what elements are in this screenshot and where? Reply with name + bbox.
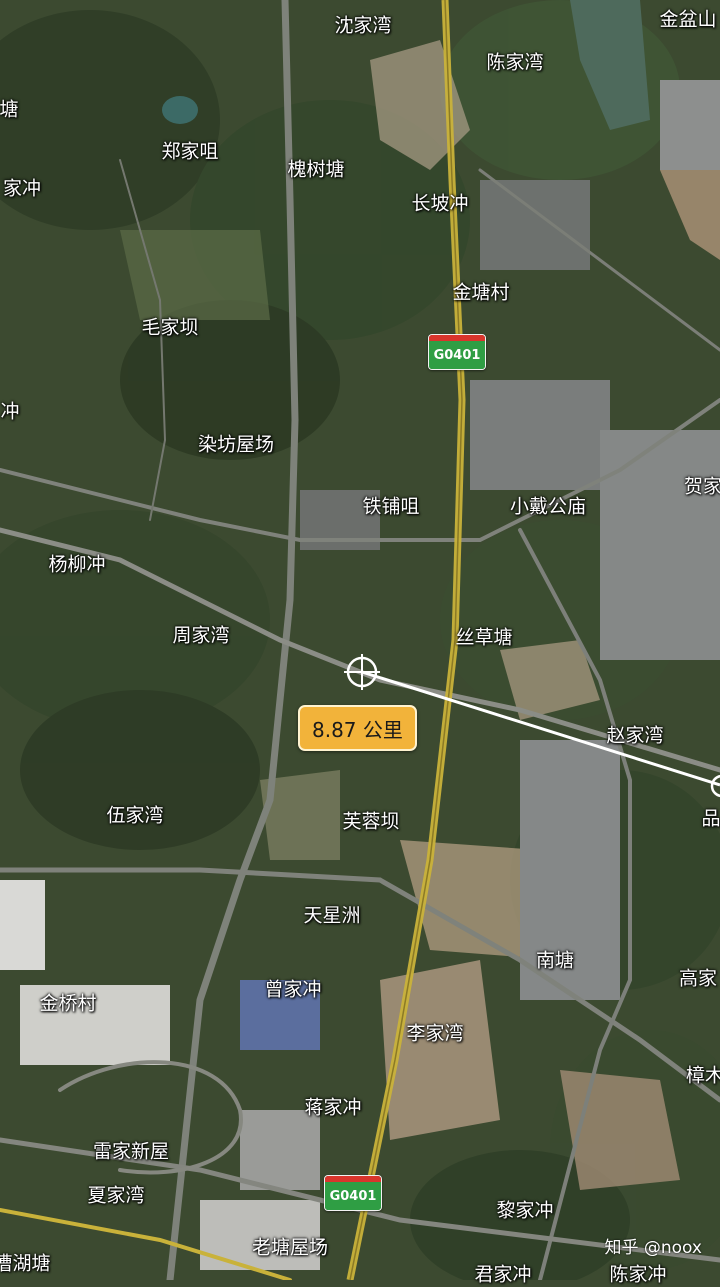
place-label-xiajiawan: 夏家湾 <box>87 1184 145 1207</box>
place-label-nantang: 南塘 <box>535 949 575 972</box>
place-label-shenjiawan: 沈家湾 <box>334 14 392 37</box>
road-shield-g0401-south: G0401 <box>324 1175 382 1211</box>
place-label-caohutang: 漕湖塘 <box>0 1252 51 1275</box>
place-label-changpochong: 长坡冲 <box>411 192 469 215</box>
distance-label: 8.87 公里 <box>312 717 403 742</box>
place-label-zhengjiaju: 郑家咀 <box>161 140 219 163</box>
place-label-jinqiaocun: 金桥村 <box>39 992 97 1015</box>
place-label-jiangjiachong: 蒋家冲 <box>304 1096 362 1119</box>
place-label-leijiaxinwu: 雷家新屋 <box>92 1140 170 1163</box>
place-label-laotangwuchang: 老塘屋场 <box>251 1236 329 1259</box>
place-label-tianxingzhou: 天星洲 <box>303 904 361 927</box>
place-label-hejia: 贺家 <box>683 475 720 498</box>
place-label-gaojia: 高家 <box>678 967 718 990</box>
place-label-tiepuju: 铁铺咀 <box>362 495 420 518</box>
place-label-jiachong: 家冲 <box>2 177 42 200</box>
place-label-zengjiachong: 曾家冲 <box>264 978 322 1001</box>
place-label-zhaojiawan: 赵家湾 <box>606 724 664 747</box>
place-label-jintangcun: 金塘村 <box>452 281 510 304</box>
distance-badge[interactable]: 8.87 公里 <box>298 705 417 751</box>
place-label-pin: 品 <box>701 807 720 830</box>
place-label-huaishutang: 槐树塘 <box>287 158 345 181</box>
place-label-lijiachong: 黎家冲 <box>496 1199 554 1222</box>
place-label-furongba: 芙蓉坝 <box>342 810 400 833</box>
place-label-ranfangwuchang: 染坊屋场 <box>197 433 275 456</box>
place-label-tang: 塘 <box>0 98 19 121</box>
place-label-zhoujiawan: 周家湾 <box>172 624 230 647</box>
road-shield-label: G0401 <box>429 341 485 369</box>
place-label-wujiawan: 伍家湾 <box>106 804 164 827</box>
place-label-maojiaba: 毛家坝 <box>141 316 199 339</box>
road-shield-g0401-north: G0401 <box>428 334 486 370</box>
place-label-jinpenshan: 金盆山 <box>659 8 717 31</box>
road-shield-label: G0401 <box>325 1182 381 1210</box>
satellite-map[interactable] <box>0 0 720 1280</box>
place-label-chenjiawan: 陈家湾 <box>486 51 544 74</box>
place-label-chenjiachong: 陈家冲 <box>609 1263 667 1286</box>
place-label-xiaodaigongmiao: 小戴公庙 <box>509 495 587 518</box>
place-label-sicaotang: 丝草塘 <box>455 626 513 649</box>
place-label-chong: 冲 <box>0 400 20 423</box>
place-label-zhangmu: 樟木 <box>685 1064 720 1087</box>
place-label-lijiawan: 李家湾 <box>406 1022 464 1045</box>
place-label-junjiachong: 君家冲 <box>474 1263 532 1286</box>
place-label-yangliuchong: 杨柳冲 <box>48 553 106 576</box>
watermark: 知乎 @noox <box>604 1238 702 1258</box>
